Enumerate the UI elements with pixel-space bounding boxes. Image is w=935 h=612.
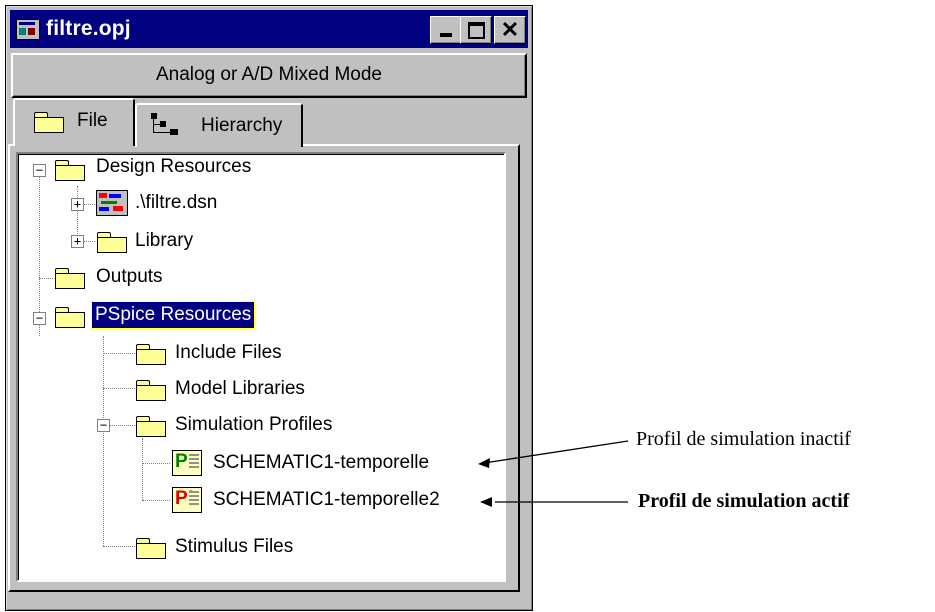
tab-file[interactable]: File — [13, 98, 135, 146]
annotation-inactive-profile: Profil de simulation inactif — [636, 428, 851, 450]
arrowhead-inactive — [478, 458, 490, 468]
annotation-active-profile: Profil de simulation actif — [638, 490, 850, 512]
tab-hierarchy-label: Hierarchy — [201, 115, 283, 136]
tab-hierarchy[interactable]: Hierarchy — [135, 103, 303, 147]
arrow-to-inactive-profile — [483, 440, 629, 464]
arrowhead-active — [480, 497, 492, 507]
tab-file-label: File — [77, 110, 108, 131]
hierarchy-icon — [151, 113, 185, 137]
folder-icon — [34, 112, 64, 133]
annotation-arrows — [478, 440, 629, 507]
